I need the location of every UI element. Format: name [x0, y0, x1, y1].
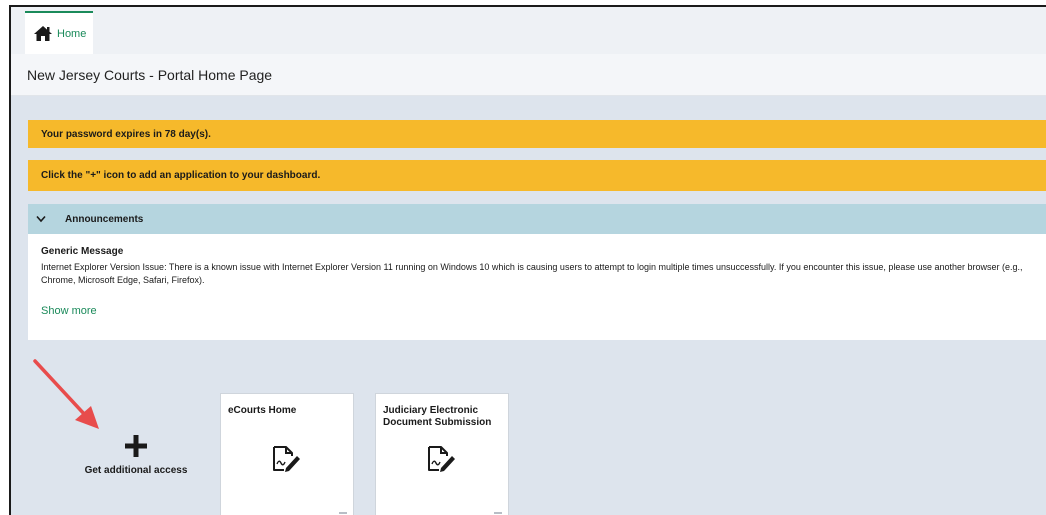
announcements-body: Generic Message Internet Explorer Versio… — [28, 234, 1046, 340]
password-expiry-banner: Your password expires in 78 day(s). — [28, 120, 1046, 148]
tab-home[interactable]: Home — [25, 11, 93, 54]
show-more-link[interactable]: Show more — [41, 305, 97, 317]
get-additional-access-button[interactable]: Get additional access — [73, 435, 199, 490]
red-arrow-annotation — [33, 359, 99, 429]
announcements-header[interactable]: Announcements — [28, 204, 1046, 234]
app-tile-ecourts-home[interactable]: eCourts Home — [220, 393, 354, 515]
add-application-text: Click the "+" icon to add an application… — [41, 170, 321, 181]
document-edit-icon — [428, 446, 455, 472]
password-expiry-text: Your password expires in 78 day(s). — [41, 128, 211, 140]
home-icon — [34, 26, 52, 41]
plus-icon — [125, 435, 147, 457]
tab-bar: Home — [11, 7, 1046, 54]
app-tile-name: Judiciary Electronic Document Submission — [383, 405, 492, 428]
document-edit-icon — [273, 446, 300, 472]
announcements-title: Announcements — [65, 213, 144, 225]
dashboard-content: Your password expires in 78 day(s). Clic… — [11, 96, 1046, 515]
get-additional-access-label: Get additional access — [84, 465, 188, 476]
message-text: Internet Explorer Version Issue: There i… — [41, 262, 1023, 285]
title-bar: New Jersey Courts - Portal Home Page — [11, 54, 1046, 96]
portal-window: Home New Jersey Courts - Portal Home Pag… — [9, 5, 1046, 515]
page-title: New Jersey Courts - Portal Home Page — [27, 66, 273, 83]
chevron-down-icon[interactable] — [36, 215, 46, 223]
message-title: Generic Message — [41, 246, 124, 257]
add-application-banner: Click the "+" icon to add an application… — [28, 160, 1046, 191]
app-tile-name: eCourts Home — [228, 405, 297, 416]
app-tile-judiciary-electronic-document-submission[interactable]: Judiciary Electronic Document Submission — [375, 393, 509, 515]
tab-home-label: Home — [57, 27, 87, 40]
